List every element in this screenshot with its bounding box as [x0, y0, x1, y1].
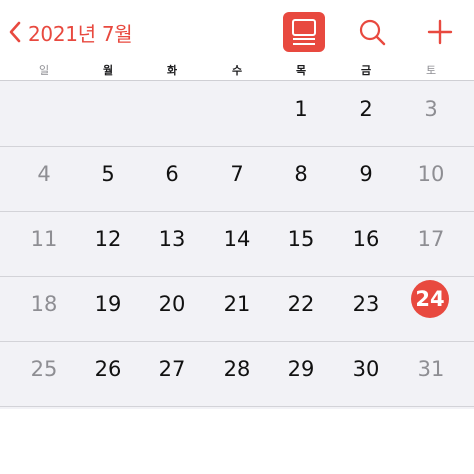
week-row: 11 12 13 14 15 16 17	[0, 211, 474, 277]
list-view-icon	[292, 19, 316, 45]
navigation-bar: 2021년 7월	[0, 0, 474, 60]
week-row: 25 26 27 28 29 30 31	[0, 341, 474, 407]
day-cell[interactable]: 6	[152, 154, 192, 194]
day-cell[interactable]: 20	[152, 284, 192, 324]
search-icon	[359, 19, 386, 46]
day-cell[interactable]	[24, 89, 64, 129]
weekday-header: 일 월 화 수 목 금 토	[0, 62, 474, 81]
day-cell[interactable]: 10	[411, 154, 451, 194]
weekday-label: 화	[166, 64, 178, 77]
day-cell[interactable]	[217, 89, 257, 129]
event-list-area	[0, 410, 474, 474]
week-row: 18 19 20 21 22 23 24	[0, 276, 474, 342]
search-button[interactable]	[352, 12, 392, 52]
day-cell[interactable]: 9	[346, 154, 386, 194]
week-row: 4 5 6 7 8 9 10	[0, 146, 474, 212]
back-to-month-button[interactable]: 2021년 7월	[8, 10, 133, 54]
day-cell[interactable]	[88, 89, 128, 129]
weekday-label: 수	[231, 64, 243, 77]
month-title: 2021년 7월	[28, 21, 133, 46]
day-cell[interactable]: 22	[281, 284, 321, 324]
day-cell[interactable]: 28	[217, 349, 257, 389]
day-cell[interactable]: 5	[88, 154, 128, 194]
day-cell[interactable]: 14	[217, 219, 257, 259]
day-cell[interactable]: 31	[411, 349, 451, 389]
weekday-label: 일	[38, 64, 50, 77]
day-cell[interactable]: 4	[24, 154, 64, 194]
week-row: 1 2 3	[0, 81, 474, 147]
day-cell[interactable]: 18	[24, 284, 64, 324]
weekday-label: 토	[425, 64, 437, 77]
add-event-button[interactable]	[420, 12, 460, 52]
day-cell[interactable]: 7	[217, 154, 257, 194]
day-cell[interactable]: 27	[152, 349, 192, 389]
day-cell[interactable]: 21	[217, 284, 257, 324]
day-cell[interactable]: 30	[346, 349, 386, 389]
weekday-label: 금	[360, 64, 372, 77]
day-cell[interactable]: 26	[88, 349, 128, 389]
list-view-button[interactable]	[283, 12, 325, 52]
day-cell[interactable]: 13	[152, 219, 192, 259]
weekday-label: 목	[295, 64, 307, 77]
day-cell[interactable]: 29	[281, 349, 321, 389]
day-cell[interactable]: 2	[346, 89, 386, 129]
day-cell[interactable]: 19	[88, 284, 128, 324]
day-cell[interactable]	[152, 89, 192, 129]
today-day-cell[interactable]: 24	[411, 280, 449, 318]
day-cell[interactable]: 16	[346, 219, 386, 259]
month-grid: 1 2 3 4 5 6 7 8 9 10 11 12 13 14 15 16 1…	[0, 81, 474, 409]
day-cell[interactable]: 15	[281, 219, 321, 259]
day-cell[interactable]: 23	[346, 284, 386, 324]
plus-icon	[427, 19, 453, 45]
day-cell[interactable]: 25	[24, 349, 64, 389]
day-cell[interactable]: 12	[88, 219, 128, 259]
day-cell[interactable]: 3	[411, 89, 451, 129]
chevron-left-icon	[9, 21, 21, 43]
weekday-label: 월	[102, 64, 114, 77]
day-cell[interactable]: 8	[281, 154, 321, 194]
day-cell[interactable]: 17	[411, 219, 451, 259]
day-cell[interactable]: 11	[24, 219, 64, 259]
day-cell[interactable]: 1	[281, 89, 321, 129]
